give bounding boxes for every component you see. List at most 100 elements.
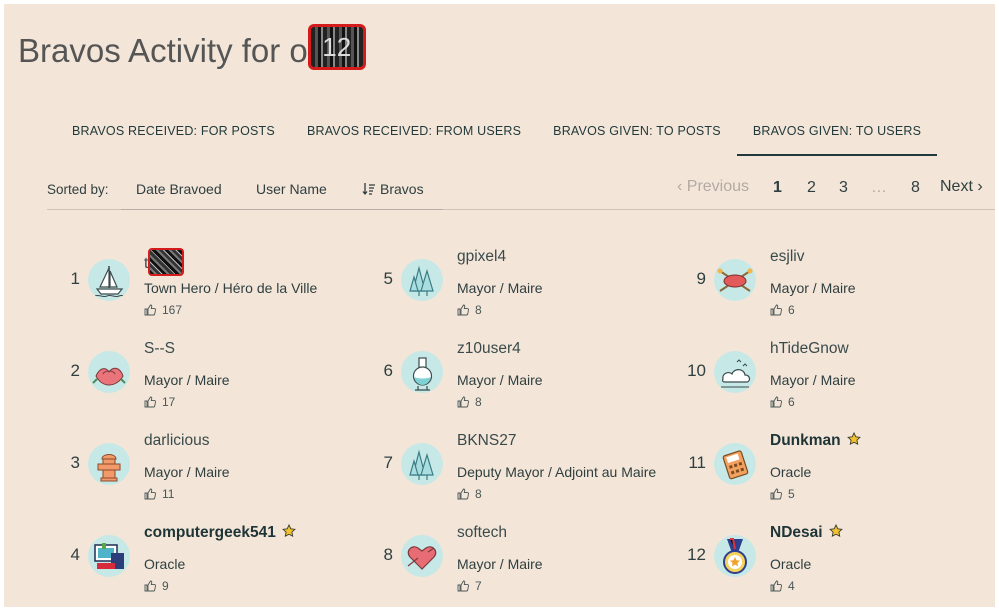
sort-bar: Sorted by: Date Bravoed User Name Bravos… <box>47 174 995 210</box>
page-title-prefix: Bravos Activity for o <box>18 32 308 69</box>
rank-number: 10 <box>687 361 706 380</box>
user-name-link[interactable]: gpixel4 <box>457 248 506 266</box>
canoe-icon <box>717 268 753 292</box>
heart-icon <box>407 546 437 570</box>
page-2[interactable]: 2 <box>807 179 816 197</box>
user-rank-title: Mayor / Maire <box>457 556 543 572</box>
bravo-count-value: 8 <box>475 395 482 409</box>
tab-given-to-users[interactable]: BRAVOS GIVEN: TO USERS <box>736 112 938 156</box>
avatar[interactable] <box>88 351 130 393</box>
bravo-count: 7 <box>457 579 482 593</box>
user-name-link[interactable]: t <box>144 248 185 276</box>
bravo-count: 9 <box>144 579 169 593</box>
avatar[interactable] <box>714 259 756 301</box>
page-ellipsis: … <box>871 179 887 196</box>
page-title: Bravos Activity for o 12 <box>18 24 366 70</box>
thumbs-up-icon <box>144 580 156 592</box>
user-name-link[interactable]: NDesai <box>770 524 843 542</box>
bravo-count-value: 8 <box>475 487 482 501</box>
thumbs-up-icon <box>144 304 156 316</box>
user-name: darlicious <box>144 432 210 449</box>
avatar[interactable] <box>88 443 130 485</box>
thumbs-up-icon <box>144 488 156 500</box>
pagination-previous[interactable]: ‹ Previous <box>677 178 749 196</box>
user-rank-title: Oracle <box>144 556 186 572</box>
rank-number: 11 <box>688 453 706 472</box>
bravo-count: 6 <box>770 395 795 409</box>
cloud-icon <box>721 359 751 388</box>
user-rank-title: Mayor / Maire <box>770 372 856 388</box>
avatar[interactable] <box>714 351 756 393</box>
list-item: 1 t Town Hero / Héro de la Ville 167 <box>54 240 354 320</box>
list-item: 3 darlicious Mayor / Maire 11 <box>54 424 354 504</box>
user-name: softech <box>457 524 507 541</box>
next-label: Next <box>940 178 973 195</box>
bravo-count-value: 11 <box>162 487 175 501</box>
rank-number: 9 <box>696 269 706 288</box>
user-name-link[interactable]: esjliv <box>770 248 804 266</box>
user-name: Dunkman <box>770 432 841 449</box>
user-rank-title: Mayor / Maire <box>770 280 856 296</box>
avatar[interactable] <box>401 443 443 485</box>
chevron-right-icon: › <box>972 178 983 195</box>
bravo-count-value: 17 <box>162 395 176 409</box>
rank-number: 6 <box>383 361 393 380</box>
user-name: BKNS27 <box>457 432 517 449</box>
bravo-count-value: 6 <box>788 303 795 317</box>
avatar[interactable] <box>401 259 443 301</box>
bravo-count: 8 <box>457 487 482 501</box>
rank-number: 1 <box>70 269 80 288</box>
bravo-count: 167 <box>144 303 182 317</box>
user-name-link[interactable]: S--S <box>144 340 175 358</box>
list-item: 4 computergeek541 Oracle 9 <box>54 516 354 596</box>
list-item: 11 Dunkman Oracle 5 <box>680 424 980 504</box>
bravo-count: 17 <box>144 395 175 409</box>
list-item: 2 S--S Mayor / Maire 17 <box>54 332 354 412</box>
user-rank-title: Mayor / Maire <box>457 372 543 388</box>
sort-date-bravoed[interactable]: Date Bravoed <box>136 181 222 197</box>
avatar[interactable] <box>401 351 443 393</box>
user-name: NDesai <box>770 524 823 541</box>
redacted-username: 12 <box>307 24 366 70</box>
user-name-link[interactable]: softech <box>457 524 507 542</box>
rank-number: 12 <box>687 545 706 564</box>
sort-user-name[interactable]: User Name <box>256 181 327 197</box>
user-name-link[interactable]: z10user4 <box>457 340 521 358</box>
user-name: z10user4 <box>457 340 521 357</box>
user-rank-title: Deputy Mayor / Adjoint au Maire <box>457 464 657 480</box>
list-item: 9 esjliv Mayor / Maire 6 <box>680 240 980 320</box>
bravo-count-value: 9 <box>162 579 169 593</box>
sort-bravos[interactable]: Bravos <box>362 181 424 197</box>
tab-received-for-posts[interactable]: BRAVOS RECEIVED: FOR POSTS <box>56 112 291 156</box>
tab-received-from-users[interactable]: BRAVOS RECEIVED: FROM USERS <box>291 112 537 156</box>
avatar[interactable] <box>714 443 756 485</box>
list-item: 10 hTideGnow Mayor / Maire 6 <box>680 332 980 412</box>
list-item: 5 gpixel4 Mayor / Maire 8 <box>367 240 667 320</box>
page-8[interactable]: 8 <box>911 179 920 197</box>
avatar[interactable] <box>88 259 130 301</box>
bravo-count: 11 <box>144 487 174 501</box>
trees-icon <box>409 265 434 296</box>
user-name-link[interactable]: computergeek541 <box>144 524 296 542</box>
redacted-name-block <box>148 248 185 276</box>
tab-given-to-posts[interactable]: BRAVOS GIVEN: TO POSTS <box>537 112 737 156</box>
calculator-icon <box>722 450 749 480</box>
flask-icon <box>412 357 433 391</box>
page-1[interactable]: 1 <box>773 179 782 197</box>
thumbs-up-icon <box>770 304 782 316</box>
rank-number: 5 <box>383 269 393 288</box>
bravo-count-value: 7 <box>475 579 482 593</box>
list-item: 6 z10user4 Mayor / Maire 8 <box>367 332 667 412</box>
avatar[interactable] <box>88 535 130 577</box>
user-name-link[interactable]: Dunkman <box>770 432 861 450</box>
user-name-link[interactable]: hTideGnow <box>770 340 849 358</box>
avatar[interactable] <box>714 535 756 577</box>
pagination-next[interactable]: Next › <box>940 178 983 196</box>
user-name-link[interactable]: darlicious <box>144 432 209 450</box>
avatar[interactable] <box>401 535 443 577</box>
trees-icon <box>409 449 434 480</box>
user-rank-title: Mayor / Maire <box>144 464 230 480</box>
page-3[interactable]: 3 <box>839 179 848 197</box>
user-name-link[interactable]: BKNS27 <box>457 432 516 450</box>
rank-number: 7 <box>383 453 393 472</box>
